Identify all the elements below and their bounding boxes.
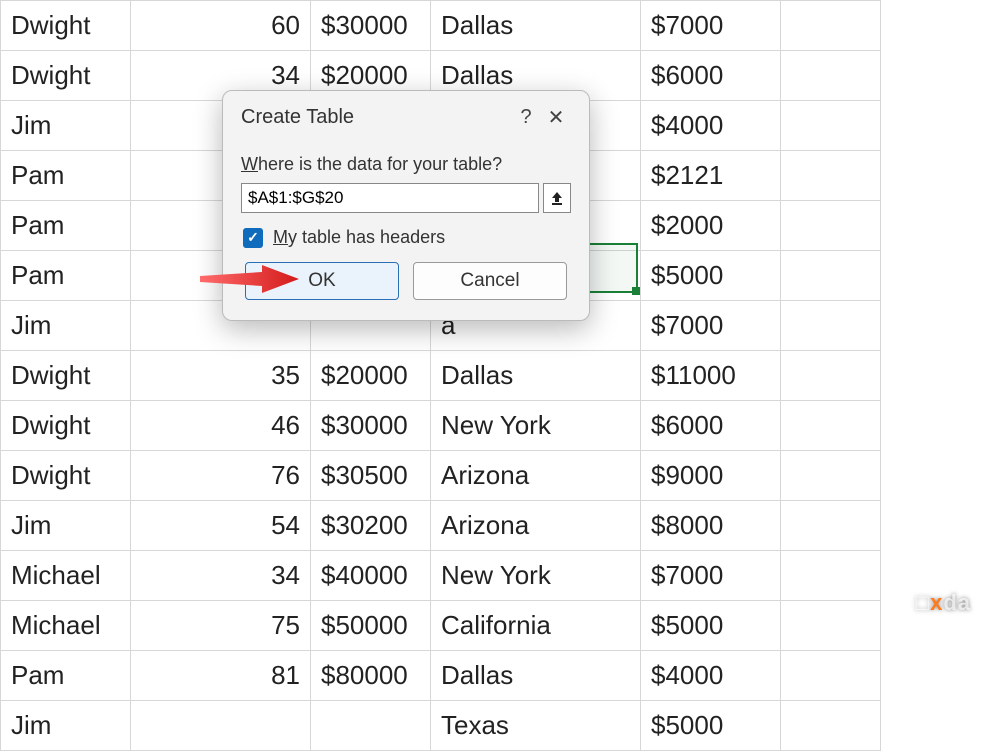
cell[interactable]: Dwight [1, 451, 131, 501]
cell[interactable]: $40000 [311, 551, 431, 601]
cell[interactable]: $7000 [641, 551, 781, 601]
cell[interactable]: Dallas [431, 351, 641, 401]
cell[interactable]: Pam [1, 151, 131, 201]
cell[interactable]: 46 [131, 401, 311, 451]
cell[interactable]: Pam [1, 251, 131, 301]
watermark: □xda [916, 590, 971, 616]
cell[interactable] [781, 651, 881, 701]
cell[interactable]: $20000 [311, 351, 431, 401]
cell[interactable]: Pam [1, 651, 131, 701]
cell[interactable] [311, 701, 431, 751]
cell[interactable]: $6000 [641, 401, 781, 451]
cell[interactable]: Jim [1, 701, 131, 751]
cell[interactable] [781, 151, 881, 201]
cell[interactable]: $7000 [641, 1, 781, 51]
cell[interactable]: $4000 [641, 651, 781, 701]
cell[interactable]: Jim [1, 501, 131, 551]
cell[interactable] [781, 601, 881, 651]
cell[interactable] [781, 101, 881, 151]
table-row[interactable]: Dwight46$30000New York$6000 [1, 401, 881, 451]
cell[interactable]: 76 [131, 451, 311, 501]
table-row[interactable]: Jim54$30200Arizona$8000 [1, 501, 881, 551]
cell[interactable]: Dwight [1, 51, 131, 101]
cell[interactable]: Michael [1, 551, 131, 601]
cell[interactable] [781, 51, 881, 101]
cell[interactable]: Dwight [1, 401, 131, 451]
cell[interactable]: $8000 [641, 501, 781, 551]
cell[interactable]: $7000 [641, 301, 781, 351]
table-row[interactable]: Dwight60$30000Dallas$7000 [1, 1, 881, 51]
cell[interactable] [781, 451, 881, 501]
cell[interactable]: $30200 [311, 501, 431, 551]
cell[interactable] [781, 351, 881, 401]
dialog-header: Create Table ? ✕ [223, 91, 589, 138]
cell[interactable] [781, 201, 881, 251]
collapse-dialog-button[interactable] [543, 183, 571, 213]
cell[interactable]: Dwight [1, 1, 131, 51]
cell[interactable]: $30000 [311, 1, 431, 51]
create-table-dialog: Create Table ? ✕ Where is the data for y… [222, 90, 590, 321]
cancel-button[interactable]: Cancel [413, 262, 567, 300]
table-row[interactable]: Dwight35$20000Dallas$11000 [1, 351, 881, 401]
dialog-title: Create Table [241, 106, 511, 129]
headers-checkbox-row[interactable]: ✓ My table has headers [243, 227, 571, 248]
cell[interactable] [781, 701, 881, 751]
cell[interactable]: $5000 [641, 251, 781, 301]
table-row[interactable]: Michael34$40000New York$7000 [1, 551, 881, 601]
cell[interactable]: Dwight [1, 351, 131, 401]
cell[interactable] [781, 251, 881, 301]
headers-checkbox[interactable]: ✓ [243, 228, 263, 248]
cell[interactable]: New York [431, 401, 641, 451]
cell[interactable]: Arizona [431, 451, 641, 501]
cell[interactable]: $11000 [641, 351, 781, 401]
cell[interactable]: 54 [131, 501, 311, 551]
cell[interactable]: $6000 [641, 51, 781, 101]
table-row[interactable]: Pam81$80000Dallas$4000 [1, 651, 881, 701]
help-button[interactable]: ? [511, 106, 541, 129]
cell[interactable]: $2121 [641, 151, 781, 201]
cell[interactable]: Arizona [431, 501, 641, 551]
cell[interactable] [781, 501, 881, 551]
cell[interactable]: 60 [131, 1, 311, 51]
cell[interactable] [131, 701, 311, 751]
table-row[interactable]: Dwight76$30500Arizona$9000 [1, 451, 881, 501]
cell[interactable]: $80000 [311, 651, 431, 701]
headers-checkbox-label: My table has headers [273, 227, 445, 248]
cell[interactable]: $9000 [641, 451, 781, 501]
close-button[interactable]: ✕ [541, 105, 571, 130]
cell[interactable]: New York [431, 551, 641, 601]
cell[interactable]: Dallas [431, 651, 641, 701]
cell[interactable]: $30500 [311, 451, 431, 501]
cell[interactable]: Jim [1, 101, 131, 151]
cell[interactable]: Texas [431, 701, 641, 751]
cell[interactable] [781, 551, 881, 601]
ok-button[interactable]: OK [245, 262, 399, 300]
range-prompt: Where is the data for your table? [241, 154, 571, 175]
cell[interactable]: $30000 [311, 401, 431, 451]
cell[interactable] [781, 1, 881, 51]
cell[interactable]: 34 [131, 551, 311, 601]
table-row[interactable]: Jim Texas$5000 [1, 701, 881, 751]
cell[interactable]: Jim [1, 301, 131, 351]
cell[interactable]: $2000 [641, 201, 781, 251]
table-row[interactable]: Michael75$50000California$5000 [1, 601, 881, 651]
cell[interactable]: 75 [131, 601, 311, 651]
cell[interactable]: Pam [1, 201, 131, 251]
cell[interactable] [781, 401, 881, 451]
cell[interactable]: Michael [1, 601, 131, 651]
cell[interactable]: $4000 [641, 101, 781, 151]
cell[interactable] [781, 301, 881, 351]
cell[interactable]: California [431, 601, 641, 651]
cell[interactable]: $50000 [311, 601, 431, 651]
cell[interactable]: 81 [131, 651, 311, 701]
cell[interactable]: $5000 [641, 601, 781, 651]
range-input[interactable] [241, 183, 539, 213]
cell[interactable]: Dallas [431, 1, 641, 51]
cell[interactable]: 35 [131, 351, 311, 401]
cell[interactable]: $5000 [641, 701, 781, 751]
